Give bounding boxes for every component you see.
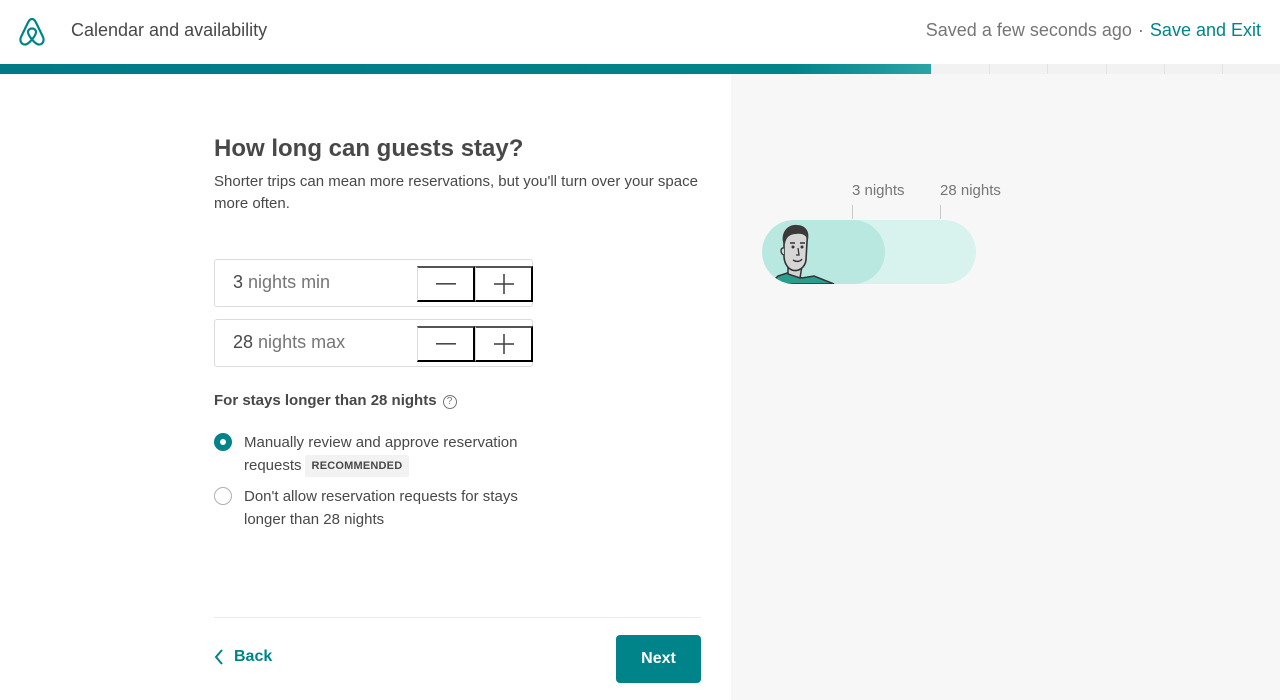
stay-range-min-bar [762,220,885,284]
max-nights-number: 28 [233,332,254,352]
footer-divider [214,617,701,618]
progress-bar [0,64,1280,74]
illustration-min-label: 3 nights [852,182,905,199]
top-header: Calendar and availability Saved a few se… [0,0,1280,64]
max-nights-value[interactable]: 28 nights max [233,332,345,353]
plus-icon [493,334,514,354]
saved-status: Saved a few seconds ago [925,20,1132,40]
progress-step-divider [1047,64,1048,74]
min-tick-mark [852,205,853,219]
max-nights-stepper: 28 nights max [214,319,533,367]
progress-step-divider [1164,64,1165,74]
max-nights-decrement-button[interactable] [417,326,475,362]
back-button[interactable]: Back [214,648,272,666]
min-nights-increment-button[interactable] [475,266,533,302]
max-nights-increment-button[interactable] [475,326,533,362]
help-icon[interactable]: ? [442,395,457,409]
page-subtext: Shorter trips can mean more reservations… [214,173,698,212]
progress-step-divider [989,64,990,74]
max-tick-mark [940,205,941,219]
save-and-exit-link[interactable]: Save and Exit [1150,20,1261,40]
min-nights-number: 3 [233,272,244,292]
illustration-max-label: 28 nights [940,182,1001,199]
option-manual-review-label: Manually review and approve reservation … [244,431,534,477]
illustration-panel [731,74,1280,700]
long-stay-label-text: For stays longer than 28 nights [214,392,437,409]
page-heading: How long can guests stay? [214,135,524,162]
chevron-left-icon [214,649,223,665]
min-nights-value[interactable]: 3 nights min [233,272,330,293]
guest-avatar-icon [768,224,835,284]
progress-fill [0,64,931,74]
airbnb-logo-icon[interactable] [17,16,47,48]
progress-step-divider [1106,64,1107,74]
progress-step-divider [1222,64,1223,74]
plus-icon [493,274,514,294]
min-nights-unit: nights min [248,272,331,292]
stay-range-max-bar [762,220,976,284]
minus-icon [435,283,456,285]
save-status-area: Saved a few seconds ago · Save and Exit [926,20,1261,41]
radio-unselected-icon[interactable] [214,487,232,505]
minus-icon [435,343,456,345]
radio-selected-icon[interactable] [214,433,232,451]
page-section-title: Calendar and availability [71,20,268,40]
min-nights-decrement-button[interactable] [417,266,475,302]
max-nights-unit: nights max [258,332,346,352]
separator-dot: · [1137,20,1144,40]
recommended-badge: RECOMMENDED [304,455,410,477]
long-stay-label: For stays longer than 28 nights? [214,392,457,409]
next-button[interactable]: Next [616,635,701,683]
option-disallow-label: Don't allow reservation requests for sta… [244,488,518,528]
min-nights-stepper: 3 nights min [214,259,533,307]
back-label: Back [234,648,273,665]
